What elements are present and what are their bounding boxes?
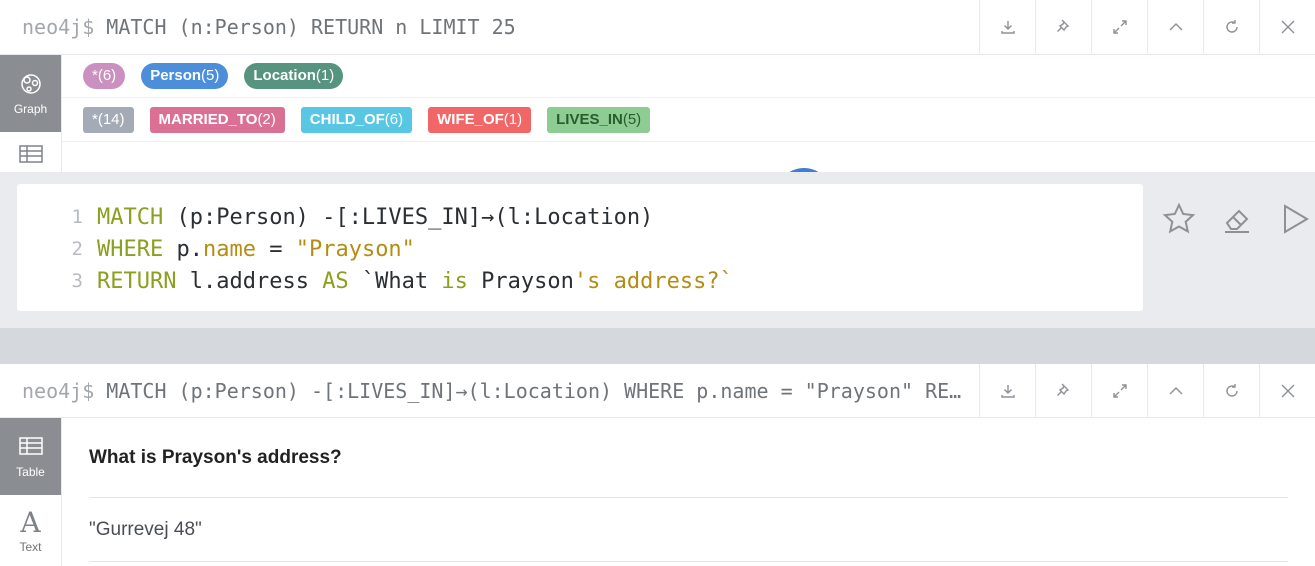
- frame-header: neo4j$ MATCH (n:Person) RETURN n LIMIT 2…: [0, 0, 1315, 55]
- line-number: 1: [71, 206, 83, 228]
- frame-header: neo4j$ MATCH (p:Person) -[:LIVES_IN]→(l:…: [0, 364, 1315, 418]
- close-button[interactable]: [1259, 0, 1315, 54]
- node-labels-row: *(6) Person(5) Location(1): [62, 55, 1315, 98]
- favorite-button[interactable]: [1150, 194, 1208, 244]
- table-row: "Gurrevej 48": [89, 498, 1288, 562]
- relationship-pill[interactable]: LIVES_IN(5): [547, 106, 651, 133]
- table-icon: [18, 145, 43, 163]
- pin-icon: [1056, 19, 1069, 32]
- download-button[interactable]: [979, 0, 1035, 54]
- relationship-pill[interactable]: MARRIED_TO(2): [149, 106, 285, 133]
- sidebar-item-label: Text: [19, 539, 42, 554]
- sidebar-item-label: Graph: [13, 102, 48, 116]
- chevron-up-icon: [1169, 23, 1182, 31]
- sidebar-item-label: Table: [16, 465, 45, 479]
- collapse-button[interactable]: [1147, 364, 1203, 417]
- pin-button[interactable]: [1035, 364, 1091, 417]
- query-editor[interactable]: 1 MATCH (p:Person) -[:LIVES_IN]→(l:Locati…: [17, 184, 1143, 311]
- sidebar-item-table[interactable]: [0, 132, 61, 172]
- text-icon: A: [20, 505, 41, 539]
- result-frame-table: neo4j$ MATCH (p:Person) -[:LIVES_IN]→(l:…: [0, 364, 1315, 566]
- line-number: 3: [71, 270, 83, 292]
- close-icon: [1281, 20, 1294, 34]
- eraser-icon: [1225, 209, 1249, 233]
- prompt-label: neo4j$: [22, 378, 95, 403]
- relationship-pill[interactable]: WIFE_OF(1): [428, 106, 532, 133]
- clear-button[interactable]: [1208, 194, 1266, 244]
- sidebar-item-table[interactable]: Table: [0, 418, 61, 495]
- node-label-pill[interactable]: Location(1): [244, 63, 344, 89]
- relationship-pill[interactable]: CHILD_OF(6): [300, 106, 413, 133]
- download-button[interactable]: [979, 364, 1035, 417]
- collapse-button[interactable]: [1147, 0, 1203, 54]
- code-line: 1 MATCH (p:Person) -[:LIVES_IN]→(l:Locati…: [17, 201, 1143, 233]
- refresh-icon: [1225, 383, 1238, 397]
- close-icon: [1281, 384, 1294, 397]
- view-sidebar: Table A Text: [0, 418, 62, 566]
- line-number: 2: [71, 238, 83, 260]
- rerun-button[interactable]: [1203, 0, 1259, 54]
- graph-icon: [20, 74, 41, 94]
- query-editor-bar: 1 MATCH (p:Person) -[:LIVES_IN]→(l:Locati…: [0, 172, 1315, 328]
- play-icon: [1284, 204, 1309, 234]
- download-icon: [1000, 21, 1015, 34]
- expand-icon: [1112, 20, 1127, 34]
- result-table: What is Prayson's address? "Gurrevej 48": [62, 418, 1315, 566]
- close-button[interactable]: [1259, 364, 1315, 417]
- code-line: 3 RETURN l.address AS `What is Prayson's …: [17, 265, 1143, 297]
- star-icon: [1162, 202, 1196, 234]
- table-icon: [18, 437, 43, 455]
- refresh-icon: [1225, 20, 1238, 33]
- rerun-button[interactable]: [1203, 364, 1259, 417]
- node-label-pill[interactable]: Person(5): [141, 63, 229, 89]
- table-header: What is Prayson's address?: [89, 418, 1288, 498]
- sidebar-item-graph[interactable]: Graph: [0, 55, 61, 132]
- view-sidebar: Graph: [0, 55, 62, 172]
- chevron-up-icon: [1169, 386, 1182, 394]
- relationship-types-row: *(14) MARRIED_TO(2) CHILD_OF(6) WIFE_OF(…: [62, 98, 1315, 142]
- pin-icon: [1056, 383, 1069, 396]
- sidebar-item-text[interactable]: A Text: [0, 495, 61, 566]
- command-text: MATCH (p:Person) -[:LIVES_IN]→(l:Locatio…: [106, 378, 979, 403]
- expand-icon: [1112, 383, 1127, 398]
- download-icon: [1000, 384, 1015, 398]
- code-line: 2 WHERE p. name = "Prayson": [17, 233, 1143, 265]
- frame-command[interactable]: neo4j$ MATCH (p:Person) -[:LIVES_IN]→(l:…: [0, 379, 979, 403]
- prompt-label: neo4j$: [22, 15, 95, 39]
- fullscreen-button[interactable]: [1091, 364, 1147, 417]
- command-text: MATCH (n:Person) RETURN n LIMIT 25: [106, 15, 516, 39]
- run-button[interactable]: [1266, 194, 1315, 244]
- node-label-pill[interactable]: *(6): [83, 63, 126, 89]
- pin-button[interactable]: [1035, 0, 1091, 54]
- result-frame-graph: neo4j$ MATCH (n:Person) RETURN n LIMIT 2…: [0, 0, 1315, 328]
- fullscreen-button[interactable]: [1091, 0, 1147, 54]
- relationship-pill[interactable]: *(14): [83, 106, 134, 133]
- frame-command[interactable]: neo4j$ MATCH (n:Person) RETURN n LIMIT 2…: [0, 15, 979, 39]
